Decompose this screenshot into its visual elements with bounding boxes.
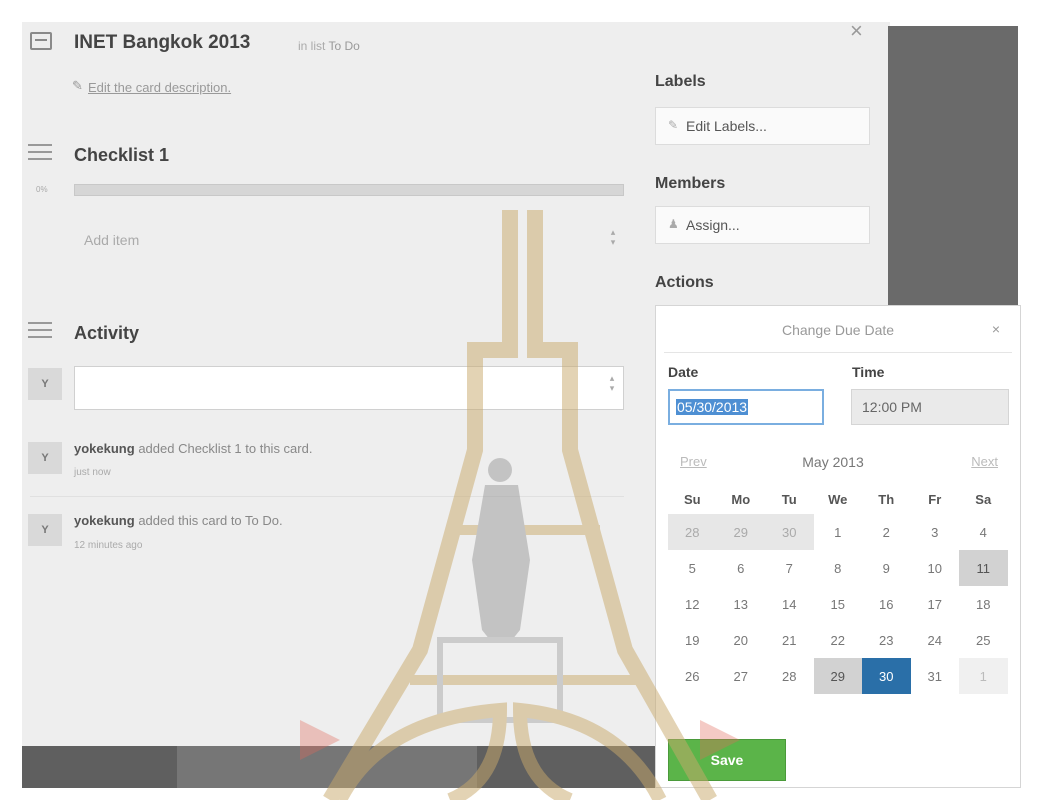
calendar-day[interactable]: 24 bbox=[911, 622, 960, 658]
calendar-day[interactable]: 25 bbox=[959, 622, 1008, 658]
calendar-day[interactable]: 15 bbox=[814, 586, 863, 622]
calendar-day[interactable]: 9 bbox=[862, 550, 911, 586]
card-icon bbox=[30, 32, 52, 50]
avatar[interactable]: Y bbox=[28, 368, 62, 400]
checklist-percent: 0% bbox=[36, 185, 48, 194]
university-seal-watermark bbox=[300, 210, 740, 800]
activity-text: added Checklist 1 to this card. bbox=[138, 441, 313, 456]
calendar-day-selected[interactable]: 30 bbox=[862, 658, 911, 694]
close-icon[interactable]: × bbox=[992, 321, 1000, 337]
calendar-day[interactable]: 17 bbox=[911, 586, 960, 622]
edit-labels-button[interactable]: ✎ Edit Labels... bbox=[655, 107, 870, 145]
activity-time: 12 minutes ago bbox=[74, 540, 143, 551]
in-list-prefix: in list bbox=[298, 39, 326, 53]
edit-labels-label: Edit Labels... bbox=[686, 118, 767, 134]
calendar-day[interactable]: 1 bbox=[814, 514, 863, 550]
time-label: Time bbox=[852, 364, 885, 380]
activity-icon bbox=[28, 322, 52, 343]
close-card-icon[interactable]: × bbox=[850, 18, 863, 44]
calendar-day[interactable]: 7 bbox=[765, 550, 814, 586]
edit-description-link[interactable]: Edit the card description. bbox=[88, 80, 231, 95]
weekday-header: Tu bbox=[781, 491, 797, 507]
calendar-day[interactable]: 31 bbox=[911, 658, 960, 694]
in-list-text: in list To Do bbox=[298, 39, 360, 53]
card-title[interactable]: INET Bangkok 2013 bbox=[74, 32, 250, 54]
labels-heading: Labels bbox=[655, 73, 706, 90]
calendar-day[interactable]: 23 bbox=[862, 622, 911, 658]
checklist-progress-bar bbox=[74, 184, 624, 196]
activity-entry: yokekung added Checklist 1 to this card. bbox=[74, 441, 312, 456]
calendar-day[interactable]: 4 bbox=[959, 514, 1008, 550]
members-heading: Members bbox=[655, 175, 726, 192]
pencil-icon: ✎ bbox=[72, 78, 83, 93]
calendar-day[interactable]: 14 bbox=[765, 586, 814, 622]
time-value: 12:00 PM bbox=[862, 399, 922, 415]
avatar[interactable]: Y bbox=[28, 514, 62, 546]
calendar-day[interactable]: 29 bbox=[813, 658, 862, 694]
calendar-day[interactable]: 8 bbox=[814, 550, 863, 586]
avatar[interactable]: Y bbox=[28, 442, 62, 474]
activity-user-link[interactable]: yokekung bbox=[74, 513, 135, 528]
weekday-header: Th bbox=[878, 491, 895, 507]
screen: INET Bangkok 2013 in list To Do × ✎ Edit… bbox=[0, 0, 1059, 800]
activity-title: Activity bbox=[74, 323, 140, 343]
calendar-day[interactable]: 2 bbox=[862, 514, 911, 550]
calendar-day-today[interactable]: 11 bbox=[959, 550, 1008, 586]
activity-text: added this card to To Do. bbox=[138, 513, 283, 528]
calendar-day[interactable]: 3 bbox=[911, 514, 960, 550]
calendar-day[interactable]: 21 bbox=[765, 622, 814, 658]
weekday-header: We bbox=[828, 491, 848, 507]
tag-icon: ✎ bbox=[668, 118, 679, 132]
next-month-link[interactable]: Next bbox=[971, 454, 998, 469]
weekday-header: Sa bbox=[975, 491, 992, 507]
calendar-day[interactable]: 18 bbox=[959, 586, 1008, 622]
activity-time: just now bbox=[74, 467, 111, 478]
add-item-placeholder: Add item bbox=[84, 232, 140, 248]
calendar-day[interactable]: 1 bbox=[959, 658, 1008, 694]
checklist-title[interactable]: Checklist 1 bbox=[74, 145, 169, 166]
list-name-link[interactable]: To Do bbox=[328, 39, 359, 53]
checklist-icon bbox=[28, 144, 52, 165]
calendar-day[interactable]: 22 bbox=[814, 622, 863, 658]
weekday-header: Fr bbox=[928, 491, 942, 507]
activity-entry: yokekung added this card to To Do. bbox=[74, 513, 283, 528]
calendar-day[interactable]: 30 bbox=[765, 514, 814, 550]
activity-user-link[interactable]: yokekung bbox=[74, 441, 135, 456]
calendar-day[interactable]: 10 bbox=[911, 550, 960, 586]
time-field[interactable]: 12:00 PM bbox=[851, 389, 1009, 425]
calendar-day[interactable]: 28 bbox=[765, 658, 814, 694]
calendar-day[interactable]: 16 bbox=[862, 586, 911, 622]
